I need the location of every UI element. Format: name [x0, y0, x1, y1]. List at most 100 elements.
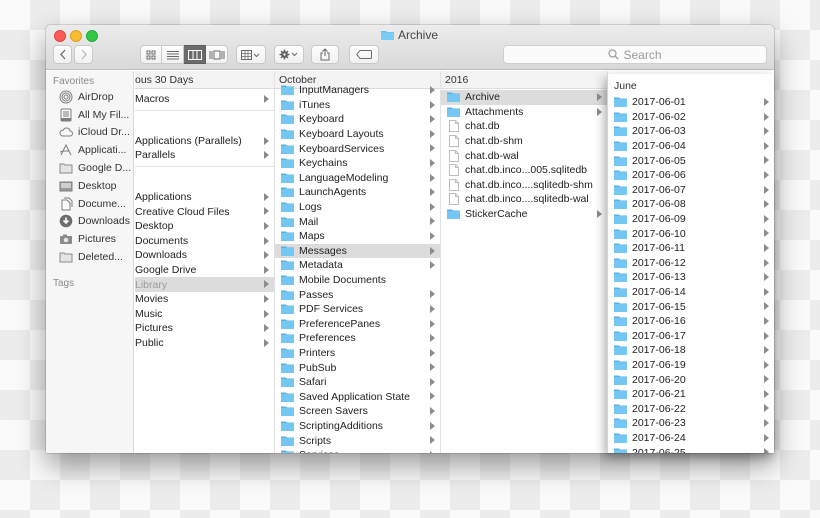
folder-row[interactable]: Screen Savers [275, 404, 440, 419]
folder-row[interactable]: Maps [275, 229, 440, 244]
folder-row[interactable]: Movies [135, 292, 274, 307]
folder-row[interactable]: Downloads [135, 248, 274, 263]
folder-row[interactable]: LanguageModeling [275, 171, 440, 186]
folder-row[interactable]: LaunchAgents [275, 185, 440, 200]
share-button[interactable] [311, 45, 339, 64]
action-button[interactable] [274, 45, 304, 64]
folder-row[interactable]: Creative Cloud Files [135, 204, 274, 219]
search-field[interactable]: Search [503, 45, 767, 64]
folder-row[interactable]: Pictures [135, 321, 274, 336]
folder-row[interactable]: Keyboard [275, 112, 440, 127]
file-row[interactable]: chat.db.inco....sqlitedb-shm [441, 178, 607, 193]
folder-row[interactable]: 2017-06-19 [608, 358, 774, 373]
folder-row[interactable]: 2017-06-10 [608, 226, 774, 241]
folder-row[interactable]: Public [135, 336, 274, 351]
folder-row[interactable]: 2017-06-17 [608, 329, 774, 344]
folder-row[interactable]: 2017-06-09 [608, 212, 774, 227]
column-view-button[interactable] [184, 45, 206, 64]
folder-row[interactable]: Google Drive [135, 263, 274, 278]
folder-row[interactable]: 2017-06-01 [608, 95, 774, 110]
folder-row[interactable]: Mail [275, 214, 440, 229]
folder-row[interactable]: 2017-06-21 [608, 387, 774, 402]
folder-row[interactable]: Desktop [135, 219, 274, 234]
maximize-button[interactable] [86, 30, 98, 42]
folder-row[interactable]: Keychains [275, 156, 440, 171]
folder-row[interactable]: iTunes [275, 98, 440, 113]
folder-row[interactable]: Services [275, 448, 440, 453]
folder-row[interactable]: Applications (Parallels) [135, 134, 274, 149]
folder-row[interactable]: KeyboardServices [275, 141, 440, 156]
folder-row[interactable]: 2017-06-05 [608, 153, 774, 168]
folder-row[interactable]: Saved Application State [275, 389, 440, 404]
folder-row[interactable]: Passes [275, 287, 440, 302]
list-view-button[interactable] [162, 45, 184, 64]
sidebar-item-downloads[interactable]: Downloads [46, 213, 133, 231]
folder-row[interactable]: 2017-06-12 [608, 256, 774, 271]
forward-button[interactable] [74, 45, 93, 64]
item-label: Printers [299, 346, 336, 359]
folder-row[interactable]: Library [135, 277, 274, 292]
folder-row[interactable]: 2017-06-08 [608, 197, 774, 212]
folder-row[interactable]: Printers [275, 346, 440, 361]
folder-row[interactable]: 2017-06-07 [608, 183, 774, 198]
folder-row[interactable]: 2017-06-18 [608, 343, 774, 358]
folder-row[interactable]: Documents [135, 234, 274, 249]
folder-row[interactable]: Metadata [275, 258, 440, 273]
sidebar-item-google-d[interactable]: Google D... [46, 159, 133, 177]
sidebar-item-all-my-fil[interactable]: All My Fil... [46, 106, 133, 124]
folder-icon [447, 209, 460, 220]
folder-row[interactable]: Macros [135, 92, 274, 107]
folder-row[interactable]: StickerCache [441, 207, 607, 222]
folder-row[interactable]: Archive [441, 90, 607, 105]
folder-row[interactable]: 2017-06-02 [608, 110, 774, 125]
folder-row[interactable]: Scripts [275, 433, 440, 448]
close-button[interactable] [54, 30, 66, 42]
folder-row[interactable]: 2017-06-25 [608, 445, 774, 453]
file-row[interactable]: chat.db.inco....sqlitedb-wal [441, 192, 607, 207]
folder-row[interactable]: 2017-06-04 [608, 139, 774, 154]
folder-row[interactable]: Messages [275, 243, 440, 259]
folder-row[interactable]: ScriptingAdditions [275, 419, 440, 434]
folder-row[interactable]: Applications [135, 190, 274, 205]
folder-row[interactable]: 2017-06-24 [608, 431, 774, 446]
folder-row[interactable]: Attachments [441, 105, 607, 120]
folder-row[interactable]: PreferencePanes [275, 317, 440, 332]
file-row[interactable]: chat.db.inco...005.sqlitedb [441, 163, 607, 178]
folder-row[interactable]: Logs [275, 200, 440, 215]
folder-row[interactable]: 2017-06-23 [608, 416, 774, 431]
sidebar-item-airdrop[interactable]: AirDrop [46, 88, 133, 106]
sidebar-item-pictures[interactable]: Pictures [46, 230, 133, 248]
edit-tags-button[interactable] [349, 45, 379, 64]
arrange-button[interactable] [236, 45, 266, 64]
file-row[interactable]: chat.db-wal [441, 148, 607, 163]
folder-row[interactable]: PubSub [275, 360, 440, 375]
folder-row[interactable]: 2017-06-11 [608, 241, 774, 256]
minimize-button[interactable] [70, 30, 82, 42]
folder-row[interactable]: Keyboard Layouts [275, 127, 440, 142]
icon-view-button[interactable] [140, 45, 162, 64]
sidebar-item-deleted[interactable]: Deleted... [46, 248, 133, 266]
folder-row[interactable]: Parallels [135, 148, 274, 163]
folder-row[interactable]: Safari [275, 375, 440, 390]
folder-row[interactable]: Music [135, 307, 274, 322]
folder-row[interactable]: 2017-06-03 [608, 124, 774, 139]
back-button[interactable] [53, 45, 72, 64]
folder-row[interactable]: 2017-06-16 [608, 314, 774, 329]
folder-row[interactable]: PDF Services [275, 302, 440, 317]
folder-row[interactable]: Mobile Documents [275, 273, 440, 288]
cover-flow-view-button[interactable] [206, 45, 228, 64]
folder-row[interactable]: 2017-06-14 [608, 285, 774, 300]
sidebar-item-applicati[interactable]: Applicati... [46, 141, 133, 159]
folder-row[interactable]: 2017-06-06 [608, 168, 774, 183]
folder-row[interactable]: 2017-06-13 [608, 270, 774, 285]
sidebar-item-icloud-dr[interactable]: iCloud Dr... [46, 124, 133, 142]
file-row[interactable]: chat.db [441, 119, 607, 134]
sidebar-item-desktop[interactable]: Desktop [46, 177, 133, 195]
folder-row[interactable]: 2017-06-15 [608, 299, 774, 314]
sidebar-item-docume[interactable]: Docume... [46, 195, 133, 213]
folder-row[interactable]: InputManagers [275, 83, 440, 98]
folder-row[interactable]: Preferences [275, 331, 440, 346]
folder-row[interactable]: 2017-06-20 [608, 372, 774, 387]
folder-row[interactable]: 2017-06-22 [608, 401, 774, 416]
file-row[interactable]: chat.db-shm [441, 134, 607, 149]
